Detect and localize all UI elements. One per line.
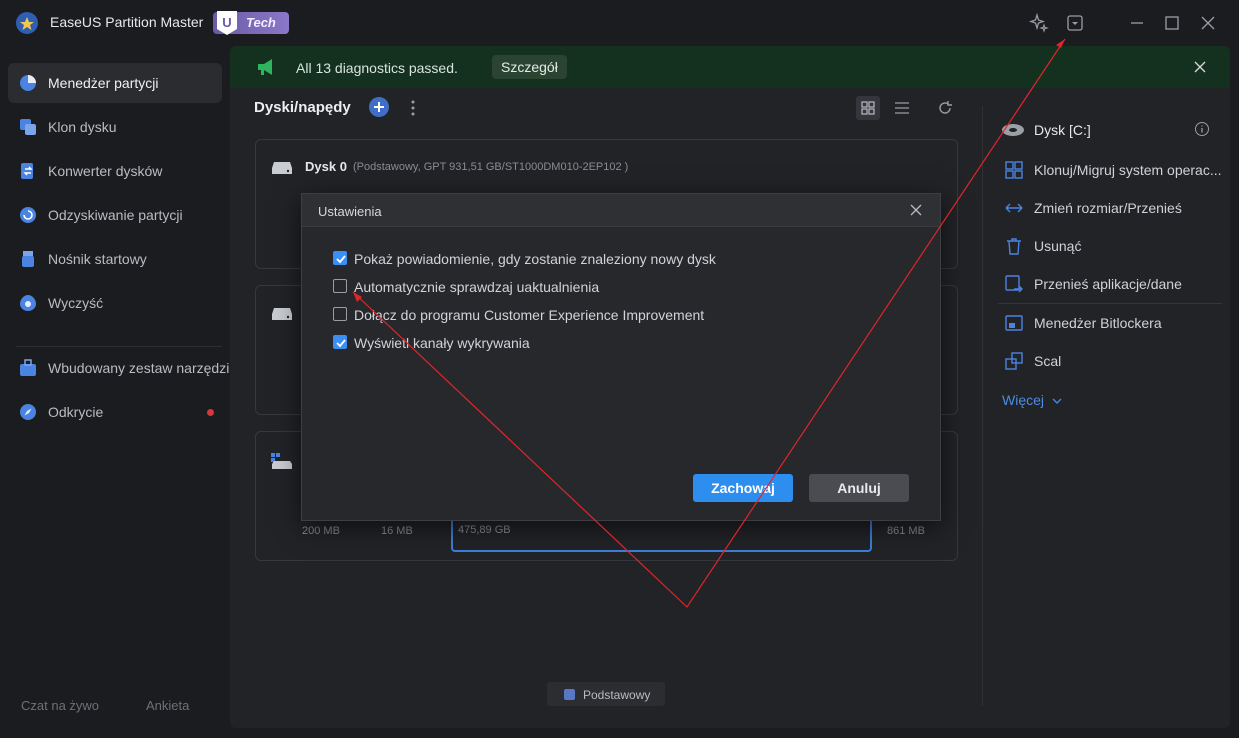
option-discovery-channels[interactable]: Wyświetl kanały wykrywania <box>333 333 893 353</box>
option-auto-update[interactable]: Automatycznie sprawdzaj uaktualnienia <box>333 277 893 297</box>
dialog-close-icon[interactable] <box>908 202 924 218</box>
option-label: Pokaż powiadomienie, gdy zostanie znalez… <box>354 251 716 267</box>
save-button[interactable]: Zachowaj <box>693 474 793 502</box>
checkbox-checked[interactable] <box>333 335 347 349</box>
dialog-title: Ustawienia <box>318 204 382 219</box>
option-label: Automatycznie sprawdzaj uaktualnienia <box>354 279 600 295</box>
option-cei-program[interactable]: Dołącz do programu Customer Experience I… <box>333 305 893 325</box>
cancel-button[interactable]: Anuluj <box>809 474 909 502</box>
settings-dialog: Ustawienia Pokaż powiadomienie, gdy zost… <box>301 193 941 521</box>
checkbox-unchecked[interactable] <box>333 307 347 321</box>
option-notify-new-disk[interactable]: Pokaż powiadomienie, gdy zostanie znalez… <box>333 249 893 269</box>
dialog-header: Ustawienia <box>302 194 940 227</box>
option-label: Dołącz do programu Customer Experience I… <box>354 307 705 323</box>
checkbox-checked[interactable] <box>333 251 347 265</box>
option-label: Wyświetl kanały wykrywania <box>354 335 530 351</box>
checkbox-unchecked[interactable] <box>333 279 347 293</box>
